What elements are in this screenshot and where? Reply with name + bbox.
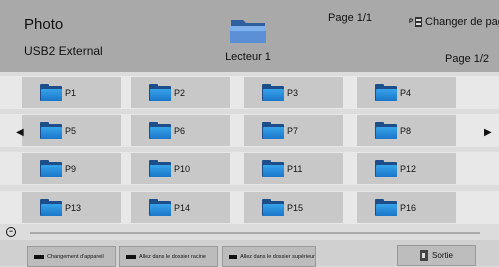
exit-label: Sortie <box>432 251 453 260</box>
folder-tile[interactable]: P10 <box>131 153 230 184</box>
folder-label: P8 <box>400 125 412 136</box>
folder-label: P3 <box>287 87 299 98</box>
green-key-icon <box>126 254 136 259</box>
page-indicator-top: Page 1/1 <box>328 12 373 24</box>
options-circle-icon[interactable]: •• <box>6 227 16 237</box>
root-folder-label: Allez dans le dossier racine <box>139 253 206 260</box>
folder-tile[interactable]: P6 <box>131 115 230 146</box>
folder-tile[interactable]: P8 <box>357 115 456 146</box>
folder-tile[interactable]: P14 <box>131 192 230 223</box>
exit-icon <box>420 250 429 261</box>
change-page-button[interactable]: P Changer de page <box>409 16 499 28</box>
folder-icon <box>262 199 284 216</box>
header-bar: Photo USB2 External Page 1/1 P Changer d… <box>0 0 499 72</box>
folder-tile[interactable]: P3 <box>244 77 343 108</box>
exit-button[interactable]: Sortie <box>397 245 476 266</box>
root-folder-button[interactable]: Allez dans le dossier racine <box>119 246 218 267</box>
folder-label: P5 <box>65 125 77 136</box>
folder-icon <box>149 199 171 216</box>
parent-folder-button[interactable]: Allez dans le dossier supérieur <box>222 246 316 267</box>
folder-icon <box>262 122 284 139</box>
folder-label: P9 <box>65 163 77 174</box>
folder-label: P16 <box>400 202 417 213</box>
folder-icon <box>149 160 171 177</box>
folder-icon <box>40 84 62 101</box>
folder-label: P11 <box>287 163 303 174</box>
page-indicator-right: Page 1/2 <box>445 53 490 65</box>
change-device-button[interactable]: Changement d'appareil <box>27 246 116 267</box>
folder-tile[interactable]: P2 <box>131 77 230 108</box>
folder-icon <box>149 84 171 101</box>
folder-icon <box>375 122 397 139</box>
folder-label: P2 <box>174 87 186 98</box>
folder-label: P10 <box>174 163 191 174</box>
horizontal-scrollbar[interactable] <box>30 232 480 234</box>
page-badge-label: P <box>409 19 414 25</box>
folder-icon <box>262 160 284 177</box>
folder-icon <box>149 122 171 139</box>
folder-grid: P1 P2 P3 P4 P5 P6 P7 P8 P9 P10 P11 P12 P13 P14 P15 P16 <box>0 72 499 232</box>
change-device-label: Changement d'appareil <box>47 253 104 260</box>
drive-label: Lecteur 1 <box>225 51 271 63</box>
folder-tile[interactable]: P1 <box>22 77 121 108</box>
folder-label: P14 <box>174 202 191 213</box>
folder-icon <box>375 199 397 216</box>
folder-label: P1 <box>65 87 77 98</box>
folder-tile[interactable]: P11 <box>244 153 343 184</box>
folder-label: P15 <box>287 202 304 213</box>
folder-tile[interactable]: P15 <box>244 192 343 223</box>
red-key-icon <box>34 254 44 259</box>
parent-folder-label: Allez dans le dossier supérieur <box>240 253 315 260</box>
folder-icon <box>375 84 397 101</box>
folder-icon <box>262 84 284 101</box>
folder-tile[interactable]: P7 <box>244 115 343 146</box>
folder-tile[interactable]: P16 <box>357 192 456 223</box>
folder-icon <box>40 160 62 177</box>
folder-tile[interactable]: P5 <box>22 115 121 146</box>
page-title: Photo <box>24 16 64 33</box>
change-page-label: Changer de page <box>425 16 499 28</box>
folder-tile[interactable]: P13 <box>22 192 121 223</box>
folder-label: P13 <box>65 202 82 213</box>
drive-folder-icon <box>230 20 266 43</box>
folder-label: P6 <box>174 125 186 136</box>
folder-icon <box>40 122 62 139</box>
folder-label: P7 <box>287 125 299 136</box>
folder-icon <box>375 160 397 177</box>
drive-folder[interactable]: Lecteur 1 <box>218 18 278 63</box>
next-page-arrow-icon[interactable]: ▶ <box>484 127 492 138</box>
folder-tile[interactable]: P9 <box>22 153 121 184</box>
yellow-key-icon <box>229 254 238 259</box>
source-label: USB2 External <box>24 44 103 58</box>
folder-tile[interactable]: P4 <box>357 77 456 108</box>
folder-label: P4 <box>400 87 412 98</box>
folder-icon <box>40 199 62 216</box>
folder-label: P12 <box>400 163 417 174</box>
folder-tile[interactable]: P12 <box>357 153 456 184</box>
page-change-icon <box>415 17 423 27</box>
prev-page-arrow-icon[interactable]: ◀ <box>16 127 24 138</box>
